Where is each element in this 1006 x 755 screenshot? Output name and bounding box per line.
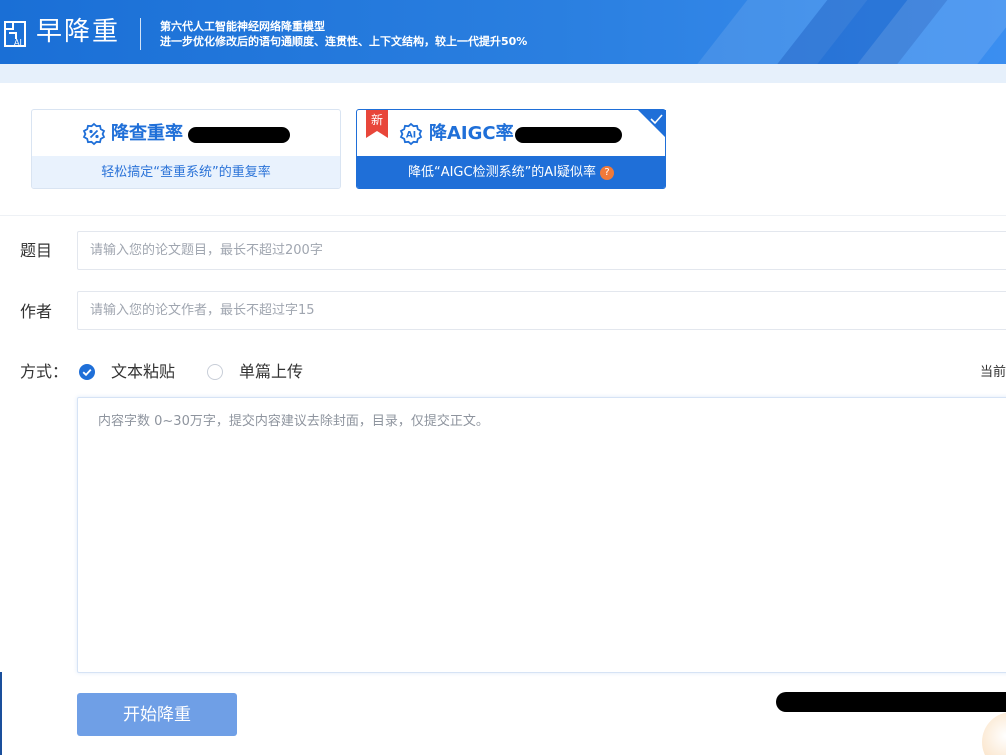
- radio-label: 单篇上传: [239, 362, 304, 381]
- current-count-text: 当前: [980, 365, 1006, 380]
- redacted-mark: [515, 127, 622, 143]
- radio-label: 文本粘贴: [111, 362, 176, 381]
- banner-divider: [140, 18, 141, 50]
- radio-unchecked-icon[interactable]: [207, 364, 223, 380]
- method-option-paste[interactable]: 文本粘贴: [79, 361, 199, 383]
- author-input[interactable]: [77, 291, 1006, 330]
- ai-shield-icon: AI: [399, 122, 423, 146]
- svg-text:AI: AI: [406, 131, 416, 141]
- tagline-line1: 第六代人工智能神经网络降重模型: [160, 20, 325, 33]
- mode-card-aigc[interactable]: AI 降AIGC率 降低“AIGC检测系统”的AI疑似率?: [356, 109, 666, 189]
- new-badge-text: 新: [370, 113, 383, 127]
- help-icon[interactable]: ?: [600, 166, 615, 180]
- tagline-line2: 进一步优化修改后的语句通顺度、连贯性、上下文结构，较上一代提升50%: [160, 35, 528, 48]
- new-badge: 新: [366, 110, 388, 138]
- logo-mark-label: AI: [14, 38, 22, 47]
- mode-card-plagiarism[interactable]: 降查重率 轻松搞定“查重系统”的重复率: [31, 109, 341, 189]
- title-label: 题目: [20, 241, 53, 260]
- title-input[interactable]: [77, 231, 1006, 270]
- window-edge: [0, 672, 2, 755]
- content-textarea[interactable]: [77, 397, 1006, 673]
- selected-check-icon: [638, 110, 666, 138]
- logo-text[interactable]: 早降重: [36, 14, 120, 50]
- author-label: 作者: [20, 302, 53, 321]
- redacted-mark: [776, 692, 1006, 712]
- radio-checked-icon[interactable]: [79, 364, 95, 380]
- method-option-upload[interactable]: 单篇上传: [207, 361, 327, 383]
- card-top: 降查重率: [32, 110, 340, 156]
- card-subtitle: 轻松搞定“查重系统”的重复率: [32, 156, 340, 188]
- start-reduce-button[interactable]: 开始降重: [77, 693, 237, 736]
- card-subtitle-row: 降低“AIGC检测系统”的AI疑似率?: [357, 156, 665, 188]
- header-banner: AI 早降重 第六代人工智能神经网络降重模型 进一步优化修改后的语句通顺度、连贯…: [0, 0, 1006, 64]
- percent-badge-icon: [82, 122, 106, 146]
- page: AI 早降重 第六代人工智能神经网络降重模型 进一步优化修改后的语句通顺度、连贯…: [0, 0, 1006, 755]
- section-divider: [0, 215, 1006, 216]
- card-title: 降AIGC率: [429, 123, 514, 144]
- redacted-mark: [188, 127, 290, 143]
- tagline: 第六代人工智能神经网络降重模型 进一步优化修改后的语句通顺度、连贯性、上下文结构…: [160, 19, 527, 49]
- sub-bar: [0, 64, 1006, 83]
- floating-widget[interactable]: [982, 712, 1006, 755]
- card-title: 降查重率: [111, 123, 183, 144]
- method-label: 方式：: [20, 362, 69, 381]
- card-subtitle: 降低“AIGC检测系统”的AI疑似率: [407, 165, 597, 180]
